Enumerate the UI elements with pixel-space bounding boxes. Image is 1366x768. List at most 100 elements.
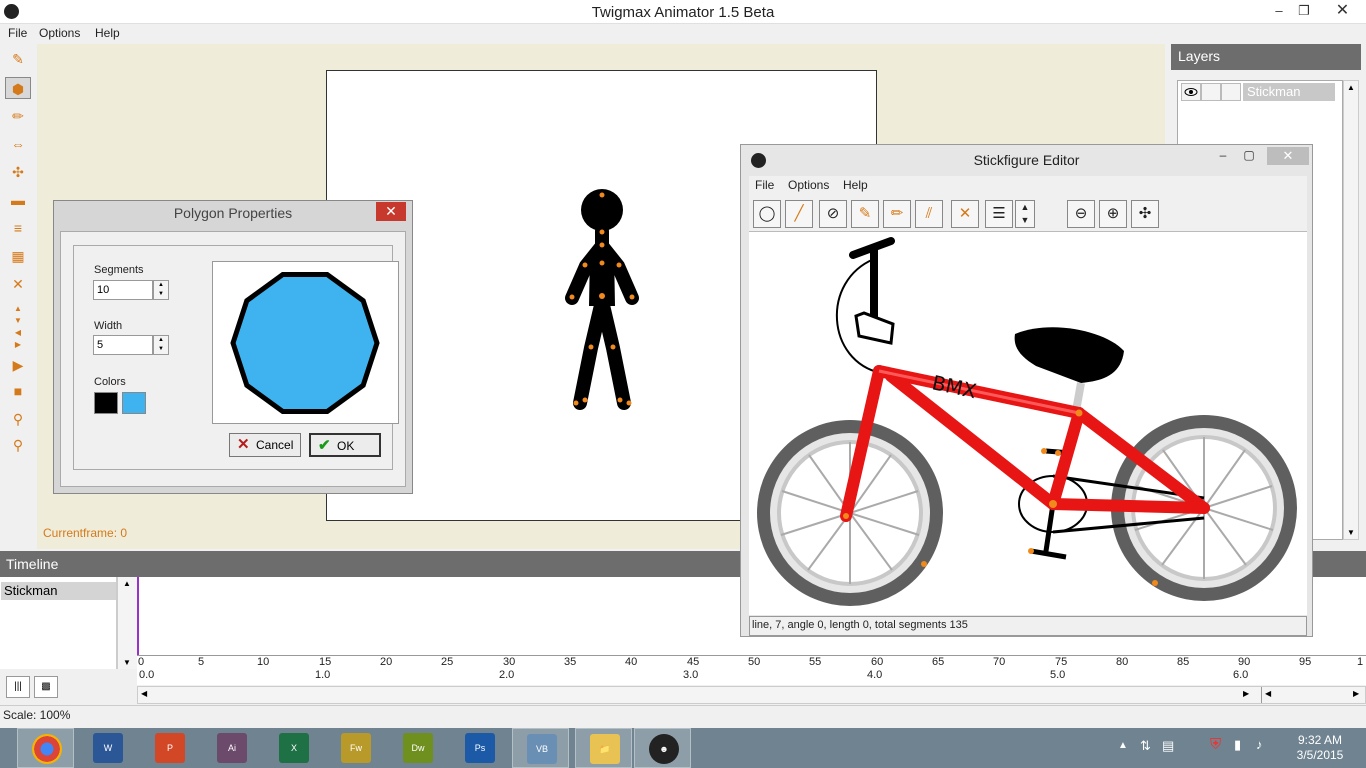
brush-icon[interactable]: ✎ [5,48,31,70]
pencil-icon[interactable]: ✎ [851,200,879,228]
thickness-icon[interactable]: ☰ [985,200,1013,228]
frame-tick: 35 [564,656,577,668]
taskbar-chrome[interactable] [17,728,74,768]
pencil-icon[interactable]: ✏ [5,105,31,127]
cancel-button[interactable]: ✕ Cancel [229,433,301,457]
brush-icon[interactable]: ✏ [883,200,911,228]
menu-help[interactable]: Help [95,26,120,40]
timeline-hscroll[interactable]: ◀ ▶ ◀ ▶ [137,686,1366,704]
frame-tick: 45 [687,656,700,668]
maximize-button[interactable]: ❐ [1289,0,1319,22]
zoom-scroll-left-icon[interactable]: ◀ [1265,689,1271,698]
taskbar-twigmax[interactable]: ☻ [634,728,691,768]
layer-toggle[interactable] [1221,83,1241,101]
taskbar-dreamweaver[interactable]: Dw [389,728,446,768]
taskbar-powerpoint[interactable]: P [141,728,198,768]
scroll-down-icon[interactable]: ▼ [1347,528,1355,537]
double-line-icon[interactable]: ⫽ [915,200,943,228]
onion-skin-icon[interactable]: ▩ [34,676,58,698]
scroll-down-icon[interactable]: ▼ [123,658,131,667]
left-icon[interactable]: ◀ [5,328,31,338]
editor-maximize-button[interactable]: ▢ [1237,148,1261,162]
fill-color-swatch[interactable] [122,392,146,414]
lock-toggle[interactable] [1201,83,1221,101]
stepper-arrows-icon[interactable]: ▲ ▼ [153,335,169,355]
scroll-up-icon[interactable]: ▲ [123,579,131,588]
playhead[interactable] [137,577,139,655]
zoom-scroll-right-icon[interactable]: ▶ [1353,689,1359,698]
ok-button[interactable]: ✔ OK [309,433,381,457]
width-input[interactable]: 5 [93,335,153,355]
play-icon[interactable]: ▶ [5,354,31,376]
layer-row[interactable]: Stickman [1181,83,1337,101]
timeline-layer-item[interactable]: Stickman [1,582,116,600]
width-stepper[interactable]: 5 ▲ ▼ [93,335,169,355]
thickness-stepper-icon[interactable]: ▲ ▼ [1015,200,1035,228]
resize-icon[interactable]: ⇔ [5,133,31,155]
align-icon[interactable]: ≡ [5,217,31,239]
taskbar-excel[interactable]: X [265,728,322,768]
tray-sync-icon[interactable]: ⇅ [1140,738,1151,754]
editor-minimize-button[interactable]: – [1211,148,1235,162]
zoom-in-icon[interactable]: ⊕ [1099,200,1127,228]
scroll-right-icon[interactable]: ▶ [1243,689,1249,698]
pin-icon[interactable]: ⚲ [5,408,31,430]
up-icon[interactable]: ▲ [5,304,31,314]
scroll-left-icon[interactable]: ◀ [141,689,147,698]
move-icon[interactable]: ▬ [5,189,31,211]
menu-file[interactable]: File [8,26,27,40]
layers-scrollbar[interactable]: ▲ ▼ [1343,80,1359,540]
polygon-icon[interactable]: ⬢ [5,77,31,99]
stepper-arrows-icon[interactable]: ▲ ▼ [153,280,169,300]
taskbar-fireworks[interactable]: Fw [327,728,384,768]
frame-tick: 15 [319,656,332,668]
menu-options[interactable]: Options [39,26,80,40]
taskbar-clock[interactable]: 9:32 AM 3/5/2015 [1280,733,1360,763]
layers-icon[interactable]: ▦ [5,245,31,267]
taskbar-explorer[interactable]: 📁 [575,728,632,768]
add-pin-icon[interactable]: ⚲ [5,434,31,456]
frame-tick: 40 [625,656,638,668]
editor-menu-file[interactable]: File [755,178,774,192]
delete-icon[interactable]: ✕ [951,200,979,228]
line-icon[interactable]: ╱ [785,200,813,228]
down-icon[interactable]: ▼ [5,316,31,326]
timeline-vscroll[interactable]: ▲ ▼ [117,577,137,669]
bmx-bicycle-figure[interactable]: BMX [749,232,1307,615]
tray-network-icon[interactable]: ▮ [1234,737,1241,753]
dialog-close-button[interactable]: ✕ [376,202,406,221]
tray-keyboard-icon[interactable]: ▤ [1162,738,1174,754]
second-tick: 6.0 [1233,669,1249,681]
frame-ruler[interactable]: 0 5 10 15 20 25 30 35 40 45 50 55 60 65 … [137,655,1366,669]
editor-menu-help[interactable]: Help [843,178,868,192]
taskbar-photoshop[interactable]: Ps [451,728,508,768]
layer-name[interactable]: Stickman [1243,83,1335,101]
fireworks-icon: Fw [341,733,371,763]
segments-input[interactable]: 10 [93,280,153,300]
taskbar-word[interactable]: W [79,728,136,768]
stroke-color-swatch[interactable] [94,392,118,414]
delete-icon[interactable]: ✕ [5,273,31,295]
editor-close-button[interactable]: ✕ [1267,147,1309,165]
circle-icon[interactable]: ◯ [753,200,781,228]
segments-label: Segments [94,264,144,276]
editor-canvas[interactable]: BMX [749,232,1307,615]
tray-antivirus-icon[interactable]: ⛨ [1210,736,1221,753]
taskbar-animate[interactable]: Ai [203,728,260,768]
right-icon[interactable]: ▶ [5,340,31,350]
menu-bar: File Options Help [0,24,1366,44]
scroll-up-icon[interactable]: ▲ [1347,83,1355,92]
stop-icon[interactable]: ■ [5,380,31,402]
eye-icon[interactable] [1181,83,1201,101]
tray-expand-icon[interactable]: ▲ [1118,740,1128,751]
frames-view-icon[interactable]: ||| [6,676,30,698]
zoom-out-icon[interactable]: ⊖ [1067,200,1095,228]
scale-icon[interactable]: ✣ [5,161,31,183]
taskbar-virtualbox[interactable]: VB [512,728,569,768]
editor-menu-options[interactable]: Options [788,178,829,192]
fit-icon[interactable]: ✣ [1131,200,1159,228]
no-circle-icon[interactable]: ⊘ [819,200,847,228]
segments-stepper[interactable]: 10 ▲ ▼ [93,280,169,300]
close-button[interactable]: ✕ [1320,0,1365,22]
tray-volume-icon[interactable]: ♪ [1256,737,1263,752]
